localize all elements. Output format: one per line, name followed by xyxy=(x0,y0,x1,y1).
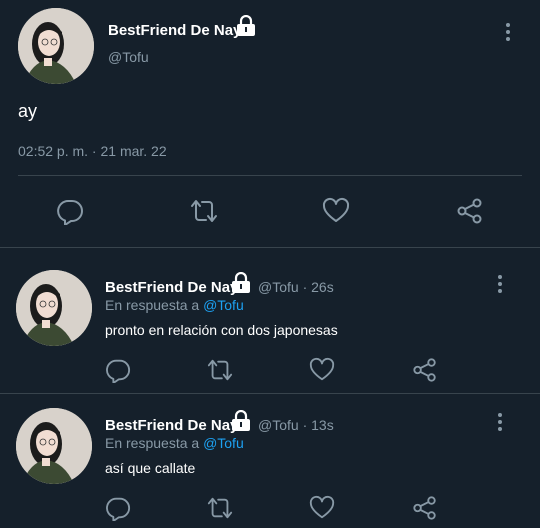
display-name[interactable]: BestFriend De Nay xyxy=(108,22,241,39)
divider xyxy=(0,393,540,394)
divider xyxy=(0,247,540,248)
display-name[interactable]: BestFriend De Nay xyxy=(105,417,238,434)
share-button[interactable] xyxy=(412,357,438,383)
reply-prefix: En respuesta a xyxy=(105,297,200,313)
heart-icon xyxy=(322,197,350,222)
avatar[interactable] xyxy=(16,408,92,484)
reply-to-link[interactable]: @Tofu xyxy=(203,297,244,313)
handle-and-time[interactable]: @Tofu · 26s xyxy=(258,279,334,295)
heart-icon xyxy=(309,495,335,519)
share-button[interactable] xyxy=(412,495,438,521)
tweet-timestamp[interactable]: 02:52 p. m. · 21 mar. 22 xyxy=(18,143,167,159)
retweet-icon xyxy=(207,359,233,381)
share-icon xyxy=(457,198,482,224)
display-name[interactable]: BestFriend De Nay xyxy=(105,279,238,296)
speech-bubble-icon xyxy=(106,497,131,521)
reply-prefix: En respuesta a xyxy=(105,435,200,451)
handle-and-time[interactable]: @Tofu · 13s xyxy=(258,417,334,433)
avatar-photo xyxy=(16,408,92,484)
share-icon xyxy=(413,496,436,520)
lock-icon xyxy=(236,14,256,42)
more-vertical-icon[interactable] xyxy=(504,22,512,47)
avatar-photo xyxy=(16,270,92,346)
tweet-text: así que callate xyxy=(105,460,196,476)
retweet-icon xyxy=(191,200,217,222)
retweet-button[interactable] xyxy=(205,357,235,383)
share-button[interactable] xyxy=(456,197,484,225)
heart-icon xyxy=(309,357,335,381)
avatar[interactable] xyxy=(16,270,92,346)
reply-context: En respuesta a @Tofu xyxy=(105,297,244,313)
tweet-text: ay xyxy=(18,101,38,121)
handle[interactable]: @Tofu xyxy=(108,49,149,65)
reply-to-link[interactable]: @Tofu xyxy=(203,435,244,451)
share-icon xyxy=(413,358,436,382)
speech-bubble-icon xyxy=(57,200,83,225)
more-vertical-icon[interactable] xyxy=(496,274,504,299)
avatar[interactable] xyxy=(18,8,94,84)
like-button[interactable] xyxy=(309,357,335,383)
speech-bubble-icon xyxy=(106,359,131,383)
like-button[interactable] xyxy=(309,495,335,521)
retweet-button[interactable] xyxy=(205,495,235,521)
reply-button[interactable] xyxy=(105,495,131,521)
lock-icon xyxy=(231,409,251,437)
tweet-text: pronto en relación con dos japonesas xyxy=(105,322,338,338)
more-vertical-icon[interactable] xyxy=(496,412,504,437)
like-button[interactable] xyxy=(322,197,350,225)
retweet-icon xyxy=(207,497,233,519)
divider xyxy=(18,175,522,176)
lock-icon xyxy=(231,271,251,299)
retweet-button[interactable] xyxy=(188,197,220,225)
reply-button[interactable] xyxy=(56,197,84,225)
reply-button[interactable] xyxy=(105,357,131,383)
avatar-photo xyxy=(18,8,94,84)
reply-context: En respuesta a @Tofu xyxy=(105,435,244,451)
